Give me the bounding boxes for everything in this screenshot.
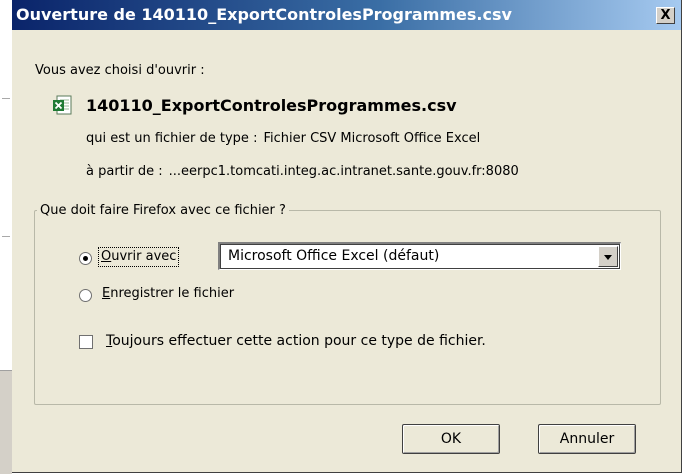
file-source-label: à partir de : bbox=[86, 164, 163, 179]
close-icon: X bbox=[660, 8, 671, 23]
window-title: Ouverture de 140110_ExportControlesProgr… bbox=[16, 5, 512, 24]
action-group-legend: Que doit faire Firefox avec ce fichier ? bbox=[40, 203, 286, 218]
chevron-down-icon bbox=[604, 255, 612, 260]
radio-selected-dot bbox=[83, 256, 88, 261]
background-divider bbox=[2, 98, 10, 99]
save-file-radio[interactable] bbox=[79, 289, 92, 302]
background-window-edge bbox=[0, 0, 12, 474]
cancel-button[interactable]: Annuler bbox=[538, 424, 636, 454]
save-file-accesskey: E bbox=[102, 286, 111, 301]
always-do-this-checkbox[interactable] bbox=[79, 335, 93, 349]
title-bar: Ouverture de 140110_ExportControlesProgr… bbox=[12, 0, 681, 30]
open-with-accesskey: O bbox=[101, 249, 112, 264]
background-divider bbox=[2, 236, 10, 237]
open-file-dialog: Ouverture de 140110_ExportControlesProgr… bbox=[12, 0, 682, 473]
file-type-value: Fichier CSV Microsoft Office Excel bbox=[263, 131, 481, 146]
file-source-value: ...eerpc1.tomcati.integ.ac.intranet.sant… bbox=[168, 164, 519, 179]
file-name: 140110_ExportControlesProgrammes.csv bbox=[86, 96, 457, 115]
save-file-label[interactable]: Enregistrer le fichier bbox=[102, 286, 234, 301]
excel-csv-file-icon bbox=[53, 95, 72, 115]
dropdown-button[interactable] bbox=[598, 246, 618, 267]
application-select[interactable]: Microsoft Office Excel (défaut) bbox=[218, 242, 621, 270]
close-button[interactable]: X bbox=[656, 7, 675, 24]
file-type-label: qui est un fichier de type : bbox=[86, 131, 258, 146]
save-file-label-text: nregistrer le fichier bbox=[110, 286, 235, 301]
action-group: Que doit faire Firefox avec ce fichier ? bbox=[34, 203, 661, 405]
always-do-this-label[interactable]: Toujours effectuer cette action pour ce … bbox=[106, 333, 486, 349]
file-source-row: à partir de : ...eerpc1.tomcati.integ.ac.… bbox=[86, 164, 519, 179]
ok-button[interactable]: OK bbox=[402, 424, 500, 454]
application-select-value: Microsoft Office Excel (défaut) bbox=[228, 248, 440, 264]
always-do-this-label-text: oujours effectuer cette action pour ce t… bbox=[112, 333, 486, 349]
background-panel bbox=[0, 370, 12, 474]
open-with-label-text: uvrir avec bbox=[111, 249, 177, 264]
open-with-label[interactable]: Ouvrir avec bbox=[98, 247, 180, 267]
open-with-radio[interactable] bbox=[79, 252, 92, 265]
file-type-row: qui est un fichier de type : Fichier CSV … bbox=[86, 131, 480, 146]
intro-text: Vous avez choisi d'ouvrir : bbox=[35, 63, 205, 78]
